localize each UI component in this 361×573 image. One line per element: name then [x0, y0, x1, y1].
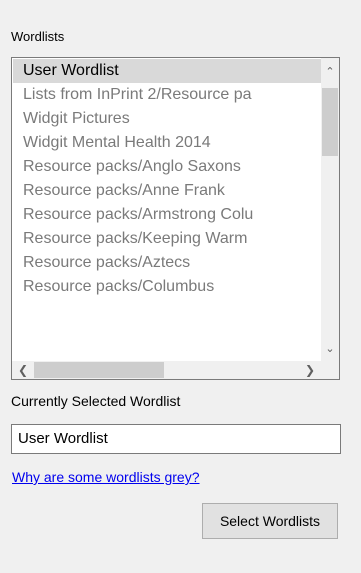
- grey-wordlists-help-link[interactable]: Why are some wordlists grey?: [12, 469, 200, 485]
- scroll-left-icon[interactable]: ❮: [14, 361, 32, 379]
- list-item[interactable]: Resource packs/Armstrong Colu: [13, 203, 321, 227]
- vertical-scroll-thumb[interactable]: [322, 88, 338, 156]
- list-item[interactable]: Resource packs/Anglo Saxons: [13, 155, 321, 179]
- selected-wordlist-field[interactable]: User Wordlist: [11, 424, 341, 454]
- list-item[interactable]: Widgit Pictures: [13, 107, 321, 131]
- scrollbar-corner: [321, 361, 339, 379]
- scroll-down-icon[interactable]: ⌄: [321, 339, 339, 357]
- list-item[interactable]: Widgit Mental Health 2014: [13, 131, 321, 155]
- horizontal-scroll-thumb[interactable]: [34, 362, 164, 378]
- list-item[interactable]: Resource packs/Columbus: [13, 275, 321, 299]
- scroll-right-icon[interactable]: ❯: [301, 361, 319, 379]
- list-item[interactable]: User Wordlist: [13, 59, 321, 83]
- list-item[interactable]: Lists from InPrint 2/Resource pa: [13, 83, 321, 107]
- wordlists-label: Wordlists: [11, 29, 65, 44]
- select-wordlists-button[interactable]: Select Wordlists: [202, 503, 338, 539]
- list-item[interactable]: Resource packs/Keeping Warm: [13, 227, 321, 251]
- selected-wordlist-label: Currently Selected Wordlist: [11, 393, 181, 409]
- wordlists-listbox[interactable]: User Wordlist Lists from InPrint 2/Resou…: [11, 57, 340, 380]
- scroll-up-icon[interactable]: ⌃: [321, 62, 339, 80]
- vertical-scrollbar[interactable]: ⌃ ⌄: [321, 58, 339, 361]
- wordlists-items: User Wordlist Lists from InPrint 2/Resou…: [13, 59, 321, 362]
- horizontal-scrollbar[interactable]: ❮ ❯: [12, 361, 321, 379]
- list-item[interactable]: Resource packs/Anne Frank: [13, 179, 321, 203]
- list-item[interactable]: Resource packs/Aztecs: [13, 251, 321, 275]
